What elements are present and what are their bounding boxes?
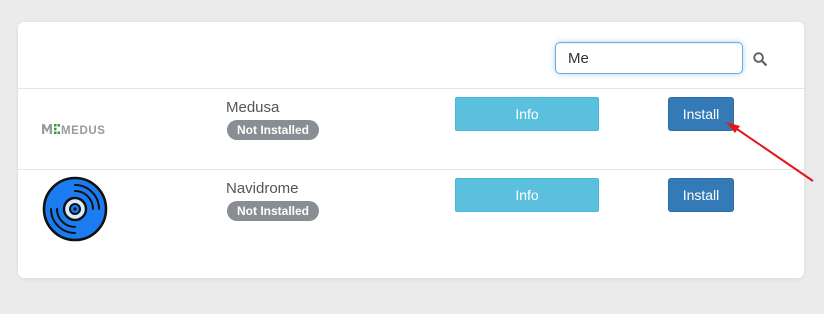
- app-name: Medusa: [226, 99, 280, 116]
- info-button[interactable]: Info: [455, 178, 599, 212]
- app-row-navidrome: Navidrome Not Installed Info Install: [18, 170, 804, 250]
- medusa-logo-text: MEDUSA: [61, 125, 106, 135]
- medusa-logo: MEDUSA: [42, 124, 106, 135]
- status-badge: Not Installed: [227, 120, 320, 140]
- navidrome-logo: [42, 176, 108, 242]
- status-badge: Not Installed: [227, 201, 320, 221]
- app-name: Navidrome: [226, 180, 299, 197]
- app-row-medusa: MEDUSA Medusa Not Installed Info Install: [18, 89, 804, 169]
- install-button[interactable]: Install: [668, 97, 734, 131]
- app-list-card: MEDUSA Medusa Not Installed Info Install…: [18, 22, 804, 278]
- info-button[interactable]: Info: [455, 97, 599, 131]
- install-button[interactable]: Install: [668, 178, 734, 212]
- search-input[interactable]: [555, 42, 743, 74]
- search-icon[interactable]: [753, 52, 767, 66]
